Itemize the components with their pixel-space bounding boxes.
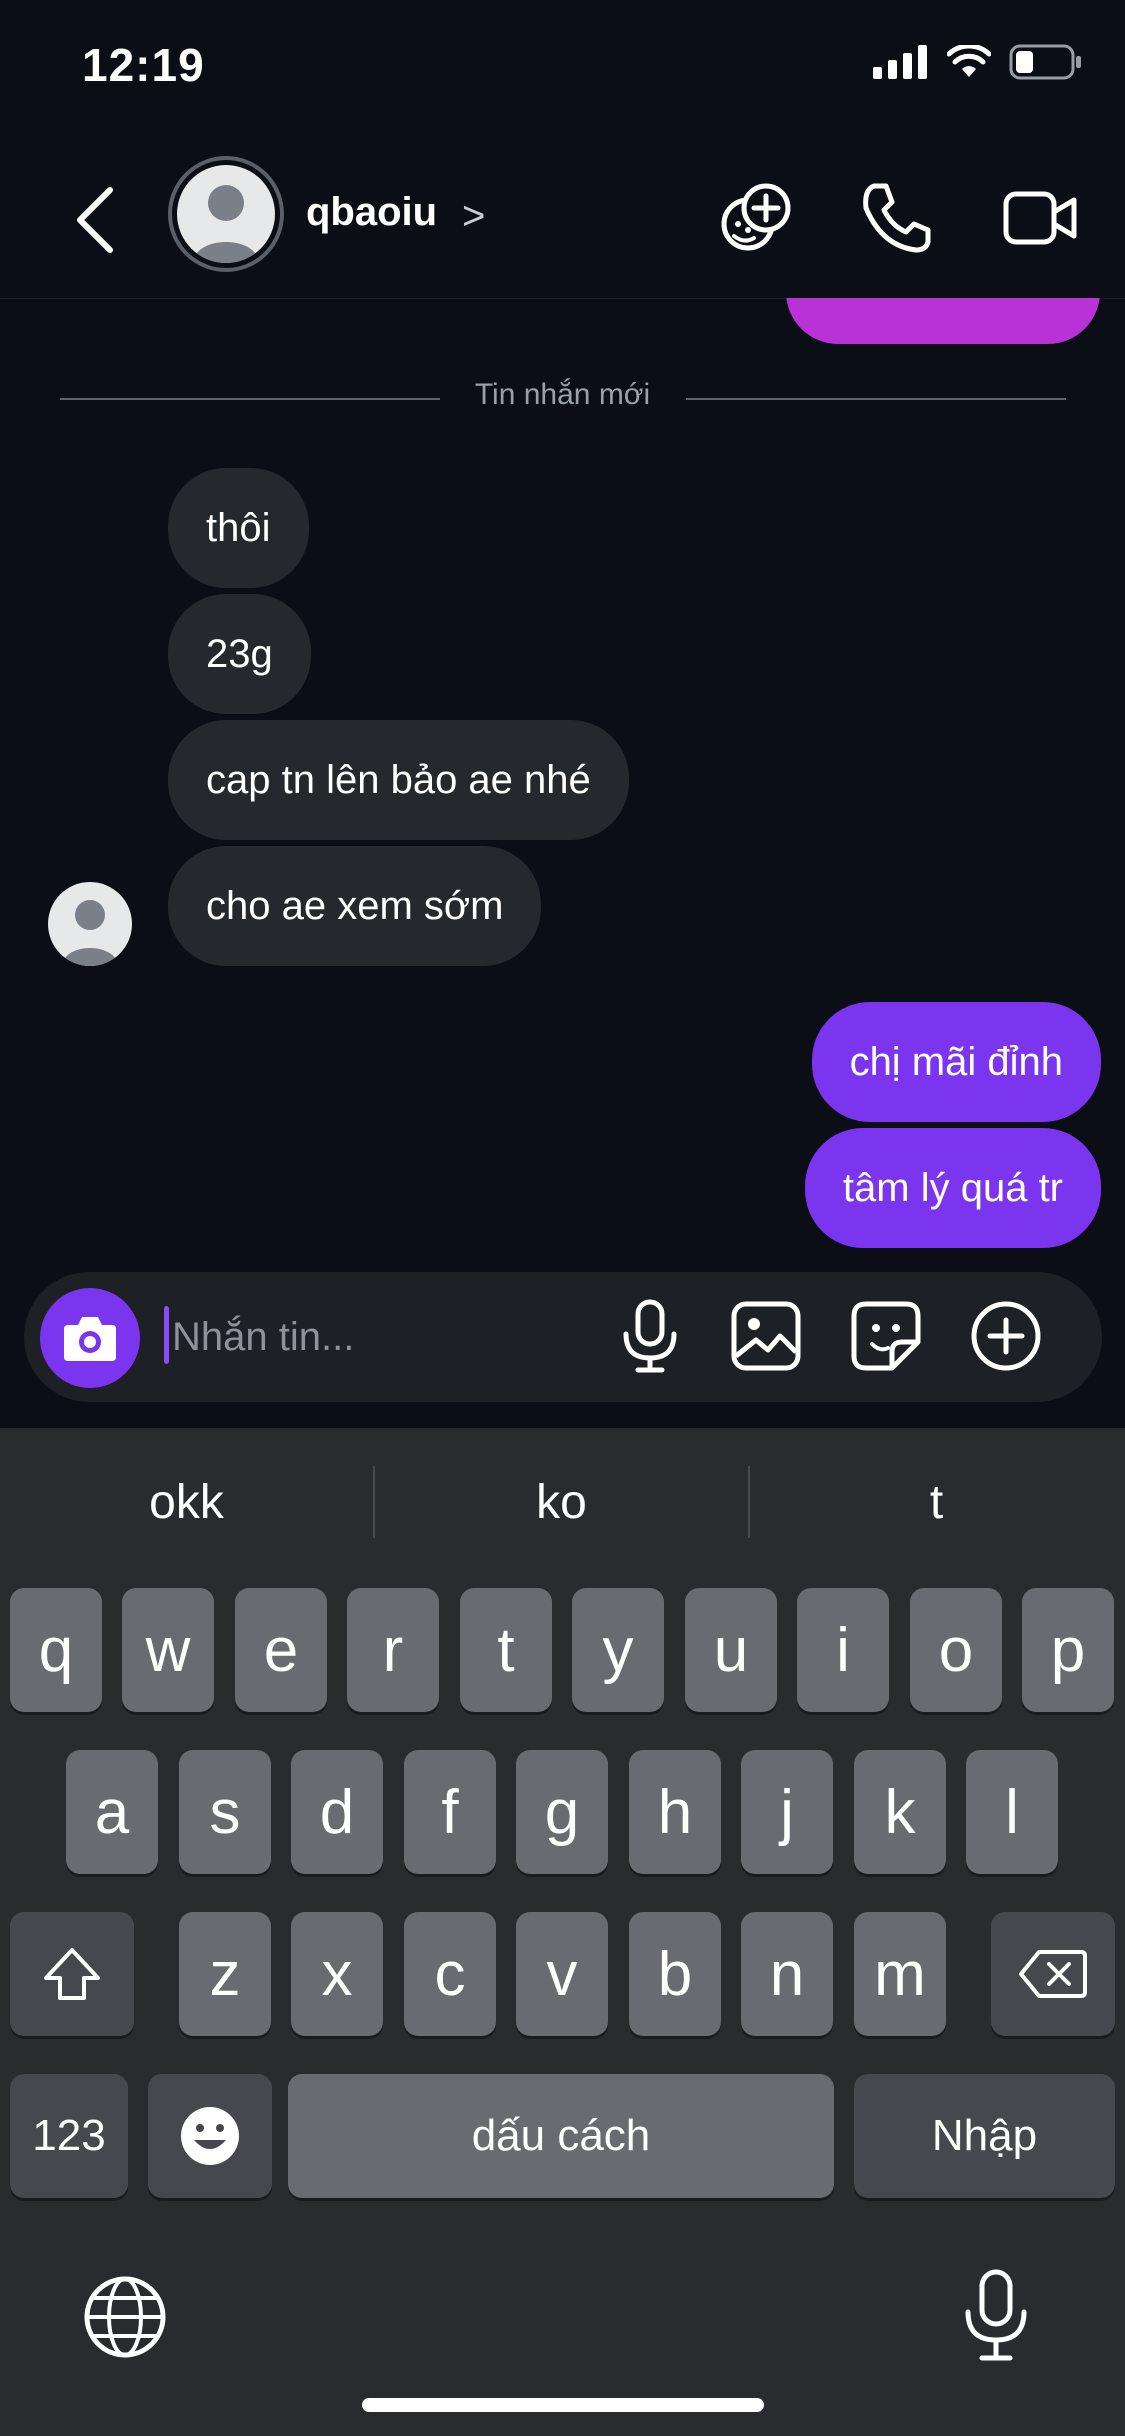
- key-w[interactable]: w: [122, 1588, 214, 1712]
- key-v[interactable]: v: [516, 1912, 608, 2036]
- new-messages-divider: Tin nhắn mới: [0, 378, 1125, 412]
- shift-icon: [44, 1948, 100, 2000]
- microphone-icon: [623, 1299, 677, 1373]
- key-i[interactable]: i: [797, 1588, 889, 1712]
- video-call-button[interactable]: [1000, 178, 1080, 258]
- status-icons: [873, 44, 1083, 80]
- emoji-key[interactable]: [148, 2074, 272, 2198]
- dictation-icon: [965, 2269, 1027, 2361]
- suggestion[interactable]: ko: [375, 1462, 748, 1544]
- key-n[interactable]: n: [741, 1912, 833, 2036]
- effects-button[interactable]: [716, 178, 796, 258]
- incoming-message[interactable]: cap tn lên bảo ae nhé: [168, 720, 629, 840]
- new-messages-label: Tin nhắn mới: [450, 378, 675, 411]
- key-f[interactable]: f: [404, 1750, 496, 1874]
- numbers-key[interactable]: 123: [10, 2074, 128, 2198]
- key-q[interactable]: q: [10, 1588, 102, 1712]
- globe-icon: [84, 2276, 166, 2358]
- more-button[interactable]: [966, 1296, 1046, 1376]
- back-button[interactable]: [66, 180, 126, 260]
- delete-key[interactable]: [991, 1912, 1115, 2036]
- back-icon: [77, 187, 113, 253]
- message-input[interactable]: [170, 1296, 594, 1378]
- key-j[interactable]: j: [741, 1750, 833, 1874]
- phone-icon: [863, 183, 931, 253]
- key-e[interactable]: e: [235, 1588, 327, 1712]
- signal-icon: [873, 45, 927, 79]
- key-r[interactable]: r: [347, 1588, 439, 1712]
- sender-avatar[interactable]: [48, 882, 132, 966]
- key-h[interactable]: h: [629, 1750, 721, 1874]
- globe-button[interactable]: [82, 2274, 168, 2360]
- shift-key[interactable]: [10, 1912, 134, 2036]
- outgoing-message[interactable]: tâm lý quá tr: [804, 1128, 1101, 1248]
- suggestion[interactable]: okk: [0, 1462, 373, 1544]
- text-cursor: [164, 1306, 169, 1364]
- incoming-message[interactable]: thôi: [168, 468, 309, 588]
- key-d[interactable]: d: [291, 1750, 383, 1874]
- gallery-button[interactable]: [726, 1296, 806, 1376]
- key-m[interactable]: m: [854, 1912, 946, 2036]
- key-u[interactable]: u: [685, 1588, 777, 1712]
- gallery-icon: [731, 1301, 801, 1371]
- key-y[interactable]: y: [572, 1588, 664, 1712]
- key-g[interactable]: g: [516, 1750, 608, 1874]
- key-k[interactable]: k: [854, 1750, 946, 1874]
- avatar[interactable]: [168, 156, 284, 272]
- outgoing-message[interactable]: chị mãi đỉnh: [811, 1002, 1101, 1122]
- sticker-button[interactable]: [846, 1296, 926, 1376]
- home-indicator[interactable]: [362, 2398, 764, 2412]
- person-icon: [62, 900, 118, 966]
- plus-icon: [971, 1301, 1041, 1371]
- person-icon: [193, 185, 259, 263]
- enter-key[interactable]: Nhập: [854, 2074, 1115, 2198]
- emoji-icon: [181, 2107, 239, 2165]
- status-time: 12:19: [82, 39, 205, 91]
- space-key[interactable]: dấu cách: [288, 2074, 834, 2198]
- key-x[interactable]: x: [291, 1912, 383, 2036]
- incoming-message[interactable]: cho ae xem sớm: [168, 846, 542, 966]
- delete-icon: [1019, 1950, 1087, 1998]
- contact-username[interactable]: qbaoiu: [306, 190, 437, 235]
- key-a[interactable]: a: [66, 1750, 158, 1874]
- camera-icon: [64, 1317, 116, 1361]
- battery-icon: [1009, 44, 1081, 80]
- camera-button[interactable]: [40, 1288, 140, 1388]
- incoming-message[interactable]: 23g: [168, 594, 311, 714]
- key-t[interactable]: t: [460, 1588, 552, 1712]
- voice-call-button[interactable]: [856, 178, 936, 258]
- key-o[interactable]: o: [910, 1588, 1002, 1712]
- key-p[interactable]: p: [1022, 1588, 1114, 1712]
- video-icon: [1003, 191, 1077, 245]
- chevron-right-icon[interactable]: >: [462, 194, 485, 239]
- key-s[interactable]: s: [179, 1750, 271, 1874]
- wifi-icon: [947, 45, 991, 77]
- voice-message-button[interactable]: [610, 1296, 690, 1376]
- dictation-button[interactable]: [956, 2268, 1036, 2364]
- suggestion[interactable]: t: [750, 1462, 1123, 1544]
- effects-icon: [721, 183, 791, 251]
- key-c[interactable]: c: [404, 1912, 496, 2036]
- sticker-icon: [851, 1301, 921, 1371]
- key-l[interactable]: l: [966, 1750, 1058, 1874]
- key-b[interactable]: b: [629, 1912, 721, 2036]
- key-z[interactable]: z: [179, 1912, 271, 2036]
